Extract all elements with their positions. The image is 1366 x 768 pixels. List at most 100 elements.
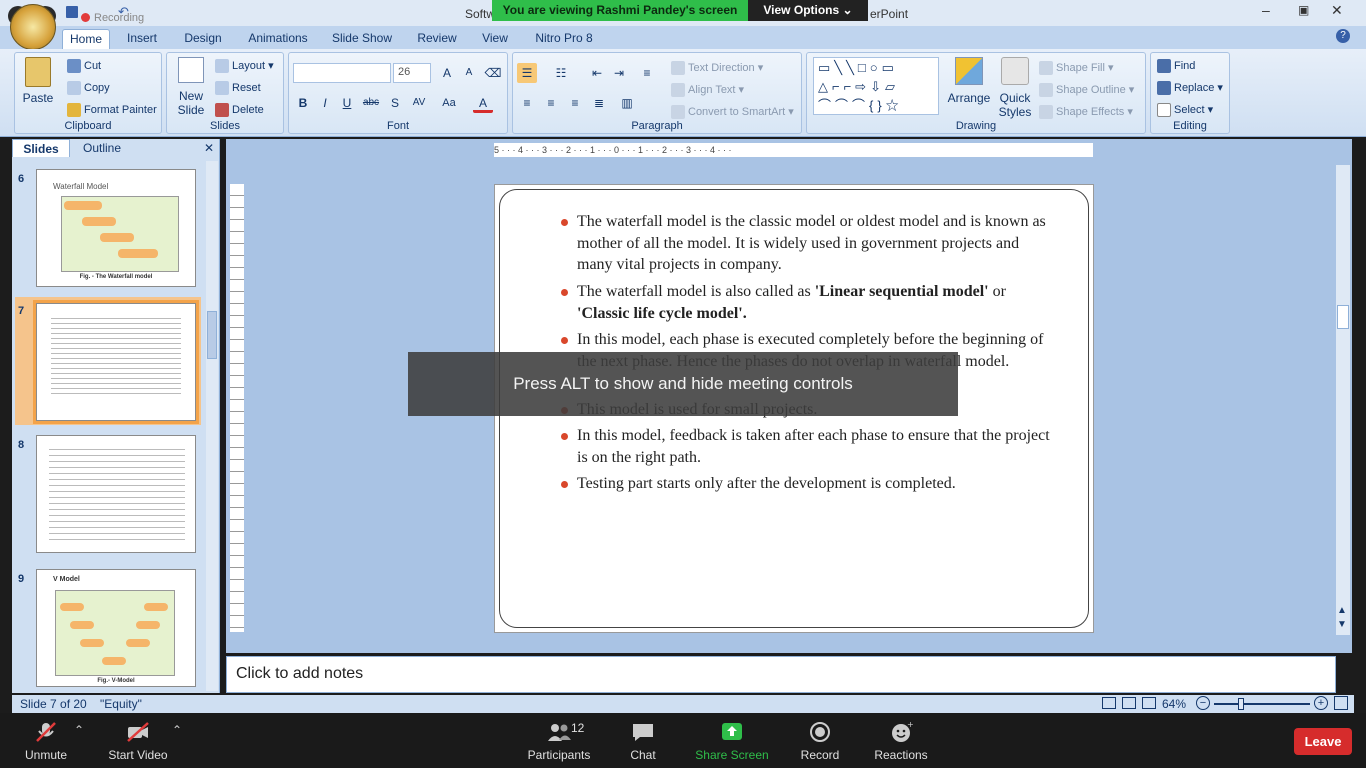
- change-case-button[interactable]: Aa: [439, 93, 459, 113]
- slide-scrollbar[interactable]: ▲ ▼: [1336, 165, 1350, 635]
- replace-button[interactable]: Replace ▾: [1157, 81, 1223, 96]
- tab-outline[interactable]: Outline: [74, 139, 130, 157]
- format-painter-button[interactable]: Format Painter: [67, 103, 157, 117]
- char-spacing-button[interactable]: AV: [409, 93, 429, 113]
- font-name-box[interactable]: [293, 63, 391, 83]
- slide-thumbnail-9[interactable]: V Model Fig.- V-Model: [36, 569, 196, 687]
- chat-button[interactable]: Chat: [618, 713, 668, 768]
- next-slide-icon[interactable]: ▼: [1337, 619, 1347, 630]
- prev-slide-icon[interactable]: ▲: [1337, 605, 1347, 616]
- fit-window-icon[interactable]: [1334, 696, 1348, 710]
- reset-button[interactable]: Reset: [215, 81, 261, 95]
- new-slide-button[interactable]: New Slide: [173, 57, 209, 119]
- arrange-button[interactable]: Arrange: [947, 57, 991, 105]
- record-button[interactable]: Record: [794, 713, 846, 768]
- align-right-button[interactable]: ≡: [565, 93, 585, 113]
- italic-button[interactable]: I: [315, 93, 335, 113]
- decrease-indent-button[interactable]: ⇤: [587, 63, 607, 83]
- align-text-button[interactable]: Align Text ▾: [671, 83, 744, 98]
- share-screen-button[interactable]: Share Screen: [692, 713, 772, 768]
- view-options-button[interactable]: View Options ⌄: [748, 0, 868, 21]
- align-left-button[interactable]: ≡: [517, 93, 537, 113]
- close-pane-icon[interactable]: ✕: [204, 141, 214, 155]
- participants-button[interactable]: 12 Participants: [524, 713, 594, 768]
- slides-label: Slides: [210, 120, 240, 132]
- convert-smartart-button[interactable]: Convert to SmartArt ▾: [671, 105, 794, 120]
- slide-scroll-thumb[interactable]: [1337, 305, 1349, 329]
- office-button[interactable]: [10, 4, 56, 50]
- start-video-button[interactable]: Start Video: [104, 713, 172, 768]
- slide-bullet-5[interactable]: In this model, feedback is taken after e…: [561, 425, 1057, 468]
- tab-nitro-pro[interactable]: Nitro Pro 8: [532, 29, 596, 49]
- tab-design[interactable]: Design: [180, 29, 226, 49]
- notes-pane[interactable]: Click to add notes: [226, 656, 1336, 693]
- font-color-button[interactable]: A: [473, 93, 493, 113]
- shrink-font-button[interactable]: A: [459, 63, 479, 83]
- quick-styles-button[interactable]: Quick Styles: [995, 57, 1035, 119]
- leave-button[interactable]: Leave: [1294, 728, 1352, 755]
- strikethrough-button[interactable]: abc: [361, 93, 381, 113]
- text-direction-button[interactable]: Text Direction ▾: [671, 61, 763, 76]
- slide-thumbnail-8[interactable]: [36, 435, 196, 553]
- tab-insert[interactable]: Insert: [120, 29, 164, 49]
- line-spacing-button[interactable]: ≡: [637, 63, 657, 83]
- help-icon[interactable]: ?: [1336, 29, 1350, 43]
- save-icon[interactable]: [66, 6, 78, 18]
- cut-button[interactable]: Cut: [67, 59, 101, 73]
- slide-bullet-6[interactable]: Testing part starts only after the devel…: [561, 473, 1057, 495]
- numbering-button[interactable]: ☷: [551, 63, 571, 83]
- zoom-slider[interactable]: [1214, 698, 1310, 710]
- shape-effects-button[interactable]: Shape Effects ▾: [1039, 105, 1133, 120]
- zoom-level[interactable]: 64%: [1162, 697, 1186, 711]
- minimize-button[interactable]: –: [1262, 2, 1270, 18]
- slide-thumbnail-6[interactable]: Waterfall Model Fig. - The Waterfall mod…: [36, 169, 196, 287]
- close-button[interactable]: ✕: [1331, 2, 1343, 19]
- clear-formatting-button[interactable]: ⌫: [483, 63, 503, 83]
- underline-button[interactable]: U: [337, 93, 357, 113]
- zoom-out-icon[interactable]: −: [1196, 696, 1210, 710]
- align-center-button[interactable]: ≡: [541, 93, 561, 113]
- paragraph-label: Paragraph: [631, 120, 683, 132]
- video-options-chevron-icon[interactable]: ⌃: [172, 723, 182, 737]
- zoom-slider-handle[interactable]: [1238, 698, 1244, 710]
- copy-button[interactable]: Copy: [67, 81, 110, 95]
- tab-slide-show[interactable]: Slide Show: [330, 29, 394, 49]
- font-size-box[interactable]: 26: [393, 63, 431, 83]
- shape-fill-button[interactable]: Shape Fill ▾: [1039, 61, 1114, 76]
- layout-button[interactable]: Layout ▾: [215, 59, 274, 74]
- unmute-button[interactable]: Unmute: [16, 713, 76, 768]
- delete-button[interactable]: Delete: [215, 103, 264, 117]
- tab-review[interactable]: Review: [415, 29, 459, 49]
- columns-button[interactable]: ▥: [617, 93, 637, 113]
- font-group: 26 A A ⌫ B I U abc S AV Aa A Font: [288, 52, 508, 134]
- select-button[interactable]: Select ▾: [1157, 103, 1213, 118]
- paste-button[interactable]: Paste: [21, 57, 55, 115]
- audio-options-chevron-icon[interactable]: ⌃: [74, 723, 84, 737]
- slide-bullet-2[interactable]: The waterfall model is also called as 'L…: [561, 281, 1057, 324]
- increase-indent-button[interactable]: ⇥: [609, 63, 629, 83]
- reactions-button[interactable]: + Reactions: [870, 713, 932, 768]
- tab-view[interactable]: View: [480, 29, 510, 49]
- shadow-button[interactable]: S: [385, 93, 405, 113]
- pane-scrollbar[interactable]: [206, 161, 218, 691]
- meeting-toolbar: Unmute ⌃ Start Video ⌃ 12 Participants C…: [0, 713, 1366, 768]
- maximize-button[interactable]: ▣: [1298, 3, 1309, 17]
- sorter-view-icon[interactable]: [1122, 697, 1136, 709]
- grow-font-button[interactable]: A: [437, 63, 457, 83]
- bold-button[interactable]: B: [293, 93, 313, 113]
- slideshow-view-icon[interactable]: [1142, 697, 1156, 709]
- normal-view-icon[interactable]: [1102, 697, 1116, 709]
- zoom-in-icon[interactable]: +: [1314, 696, 1328, 710]
- bullets-button[interactable]: ☰: [517, 63, 537, 83]
- find-button[interactable]: Find: [1157, 59, 1195, 73]
- shapes-gallery[interactable]: ▭╲╲□○▭ △⌐⌐⇨⇩▱ ⌒⌒⌒{}☆: [813, 57, 939, 115]
- undo-icon[interactable]: ↶: [118, 4, 129, 20]
- shape-outline-button[interactable]: Shape Outline ▾: [1039, 83, 1134, 98]
- justify-button[interactable]: ≣: [589, 93, 609, 113]
- slide-thumbnail-7[interactable]: [33, 300, 199, 424]
- tab-home[interactable]: Home: [62, 29, 110, 49]
- tab-slides[interactable]: Slides: [12, 139, 70, 157]
- slide-bullet-1[interactable]: The waterfall model is the classic model…: [561, 211, 1057, 276]
- pane-scroll-thumb[interactable]: [207, 311, 217, 359]
- tab-animations[interactable]: Animations: [246, 29, 310, 49]
